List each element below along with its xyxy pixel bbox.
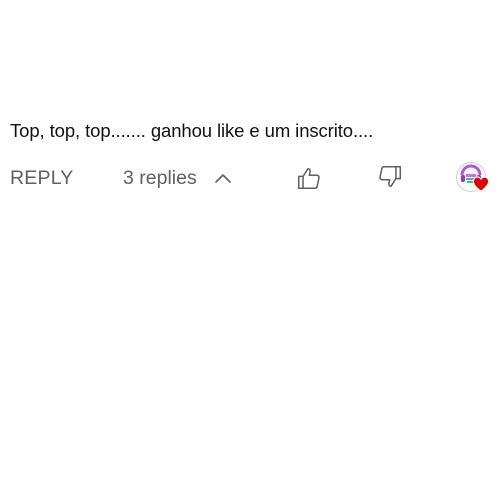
comment-action-bar: REPLY 3 replies	[0, 160, 500, 196]
thumbs-down-icon[interactable]	[377, 164, 403, 190]
heart-icon	[472, 176, 490, 192]
replies-count-label: 3 replies	[123, 167, 197, 189]
thumbs-up-icon[interactable]	[296, 165, 322, 191]
chevron-up-icon	[214, 174, 231, 183]
replies-toggle-button[interactable]: 3 replies	[123, 164, 232, 192]
comment-text: Top, top, top....... ganhou like e um in…	[10, 120, 374, 141]
reply-button[interactable]: REPLY	[10, 165, 74, 191]
creator-heart-badge[interactable]	[456, 162, 492, 196]
